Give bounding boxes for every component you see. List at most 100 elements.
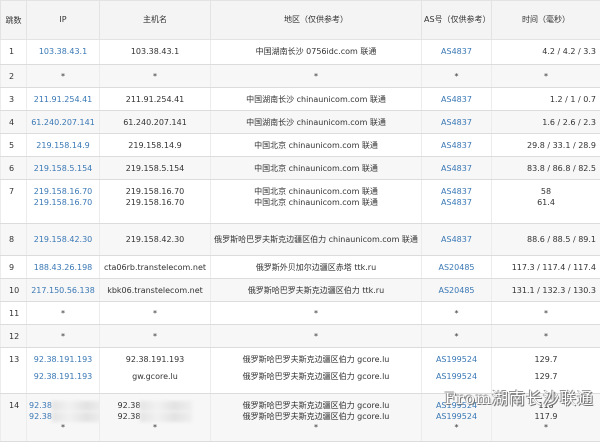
as-link[interactable]: AS4837 [422, 134, 492, 157]
hostname-cell: 219.158.42.30 [100, 224, 211, 256]
hop-number: 11 [1, 302, 27, 325]
table-row: 6 219.158.5.154 219.158.5.154 中国北京 china… [1, 157, 600, 180]
region-cell: 中国北京 chinaunicom.com 联通 [211, 157, 422, 180]
time-cell: 117.3 / 117.4 / 117.4 [492, 256, 600, 279]
table-row: 10 217.150.56.138 kbk06.transtelecom.net… [1, 279, 600, 302]
time-cell: 88.6 / 88.5 / 89.1 [492, 224, 600, 256]
hostname-cell: 219.158.14.9 [100, 134, 211, 157]
region-cell: 中国北京 chinaunicom.com 联通 [211, 134, 422, 157]
time-cell: * [492, 302, 600, 325]
hostname-cell: * [100, 325, 211, 348]
ip-cell: 92.38.191.193 92.38.191.193 [27, 348, 100, 394]
hop-number: 3 [1, 88, 27, 111]
as-link[interactable]: AS199524 [424, 411, 489, 422]
table-row: 7 219.158.16.70 219.158.16.70 219.158.16… [1, 180, 600, 224]
hostname-cell: 219.158.16.70 219.158.16.70 [100, 180, 211, 224]
table-row: 4 61.240.207.141 61.240.207.141 中国湖南长沙 c… [1, 111, 600, 134]
redacted-region [52, 412, 100, 422]
time-cell: 58 61.4 [492, 180, 600, 224]
ip-cell: * [27, 325, 100, 348]
region-cell: 俄罗斯外贝加尔边疆区赤塔 ttk.ru [211, 256, 422, 279]
region-cell: 中国湖南长沙 0756idc.com 联通 [211, 40, 422, 65]
ip-link[interactable]: 211.91.254.41 [27, 88, 100, 111]
hostname-cell: cta06rb.transtelecom.net [100, 256, 211, 279]
hostname-cell: * [100, 302, 211, 325]
hostname-cell: 92.38.191.193 gw.gcore.lu [100, 348, 211, 394]
region-cell: 俄罗斯哈巴罗夫斯克边疆区伯力 gcore.lu 俄罗斯哈巴罗夫斯克边疆区伯力 g… [211, 348, 422, 394]
ip-link[interactable]: 103.38.43.1 [27, 40, 100, 65]
as-link[interactable]: AS4837 [424, 197, 489, 208]
hop-number: 2 [1, 65, 27, 88]
column-header-hop: 跳数 [1, 1, 27, 40]
hop-number: 1 [1, 40, 27, 65]
ip-link[interactable]: 92.38 [29, 412, 52, 421]
hop-number: 13 [1, 348, 27, 394]
column-header-ip: IP [27, 1, 100, 40]
ip-link[interactable]: 188.43.26.198 [27, 256, 100, 279]
hostname-cell: 219.158.5.154 [100, 157, 211, 180]
as-link[interactable]: AS4837 [424, 186, 489, 197]
time-cell: 1.2 / 1 / 0.7 [492, 88, 600, 111]
table-row: 3 211.91.254.41 211.91.254.41 中国湖南长沙 chi… [1, 88, 600, 111]
column-header-time: 时间（毫秒） [492, 1, 600, 40]
region-cell: 俄罗斯哈巴罗夫斯克边疆区伯力 gcore.lu 俄罗斯哈巴罗夫斯克边疆区伯力 g… [211, 394, 422, 442]
hop-number: 4 [1, 111, 27, 134]
as-link[interactable]: AS199524 [424, 354, 489, 365]
hostname-cell: 211.91.254.41 [100, 88, 211, 111]
table-header-row: 跳数 IP 主机名 地区（仅供参考） AS号（仅供参考） 时间（毫秒） [1, 1, 600, 40]
hop-number: 8 [1, 224, 27, 256]
hostname-cell: 61.240.207.141 [100, 111, 211, 134]
redacted-region [52, 401, 100, 411]
hostname-cell: 92.38 92.38 * [100, 394, 211, 442]
as-cell: * [422, 325, 492, 348]
as-link[interactable]: AS199524 [424, 371, 489, 382]
hop-number: 12 [1, 325, 27, 348]
table-row: 12 * * * * * [1, 325, 600, 348]
as-link[interactable]: AS4837 [422, 88, 492, 111]
table-row: 11 * * * * * [1, 302, 600, 325]
table-row: 2 * * * * * [1, 65, 600, 88]
time-cell: 1.6 / 2.6 / 2.3 [492, 111, 600, 134]
time-cell: 4.2 / 4.2 / 3.3 [492, 40, 600, 65]
as-link[interactable]: AS4837 [422, 224, 492, 256]
column-header-hostname: 主机名 [100, 1, 211, 40]
redacted-region [140, 401, 192, 411]
ip-link[interactable]: 219.158.14.9 [27, 134, 100, 157]
as-link[interactable]: AS20485 [422, 279, 492, 302]
column-header-as: AS号（仅供参考） [422, 1, 492, 40]
ip-cell: * [27, 65, 100, 88]
ip-cell: * [27, 302, 100, 325]
as-link[interactable]: AS4837 [422, 157, 492, 180]
hostname-cell: 103.38.43.1 [100, 40, 211, 65]
table-row: 1 103.38.43.1 103.38.43.1 中国湖南长沙 0756idc… [1, 40, 600, 65]
watermark: From湖南长沙联通 [444, 385, 594, 409]
ip-link[interactable]: 92.38.191.193 [29, 354, 97, 365]
ip-link[interactable]: 92.38 [29, 401, 52, 410]
ip-link[interactable]: 217.150.56.138 [27, 279, 100, 302]
hostname-cell: kbk06.transtelecom.net [100, 279, 211, 302]
region-cell: 俄罗斯哈巴罗夫斯克边疆区伯力 ttk.ru [211, 279, 422, 302]
hop-number: 9 [1, 256, 27, 279]
region-cell: 中国北京 chinaunicom.com 联通 中国北京 chinaunicom… [211, 180, 422, 224]
ip-link[interactable]: 219.158.5.154 [27, 157, 100, 180]
as-link[interactable]: AS4837 [422, 40, 492, 65]
region-cell: 中国湖南长沙 chinaunicom.com 联通 [211, 88, 422, 111]
as-cell: * [422, 65, 492, 88]
as-link[interactable]: AS4837 [422, 111, 492, 134]
ip-link[interactable]: 61.240.207.141 [27, 111, 100, 134]
time-cell: * [492, 325, 600, 348]
region-cell: * [211, 325, 422, 348]
ip-link[interactable]: 92.38.191.193 [29, 371, 97, 382]
column-header-region: 地区（仅供参考） [211, 1, 422, 40]
as-link[interactable]: AS20485 [422, 256, 492, 279]
hop-number: 14 [1, 394, 27, 442]
time-cell: 131.1 / 132.3 / 130.3 [492, 279, 600, 302]
region-cell: * [211, 302, 422, 325]
region-cell: * [211, 65, 422, 88]
table-row: 9 188.43.26.198 cta06rb.transtelecom.net… [1, 256, 600, 279]
ip-link[interactable]: 219.158.16.70 [29, 186, 97, 197]
hop-number: 10 [1, 279, 27, 302]
ip-link[interactable]: 219.158.42.30 [27, 224, 100, 256]
ip-link[interactable]: 219.158.16.70 [29, 197, 97, 208]
hop-number: 6 [1, 157, 27, 180]
